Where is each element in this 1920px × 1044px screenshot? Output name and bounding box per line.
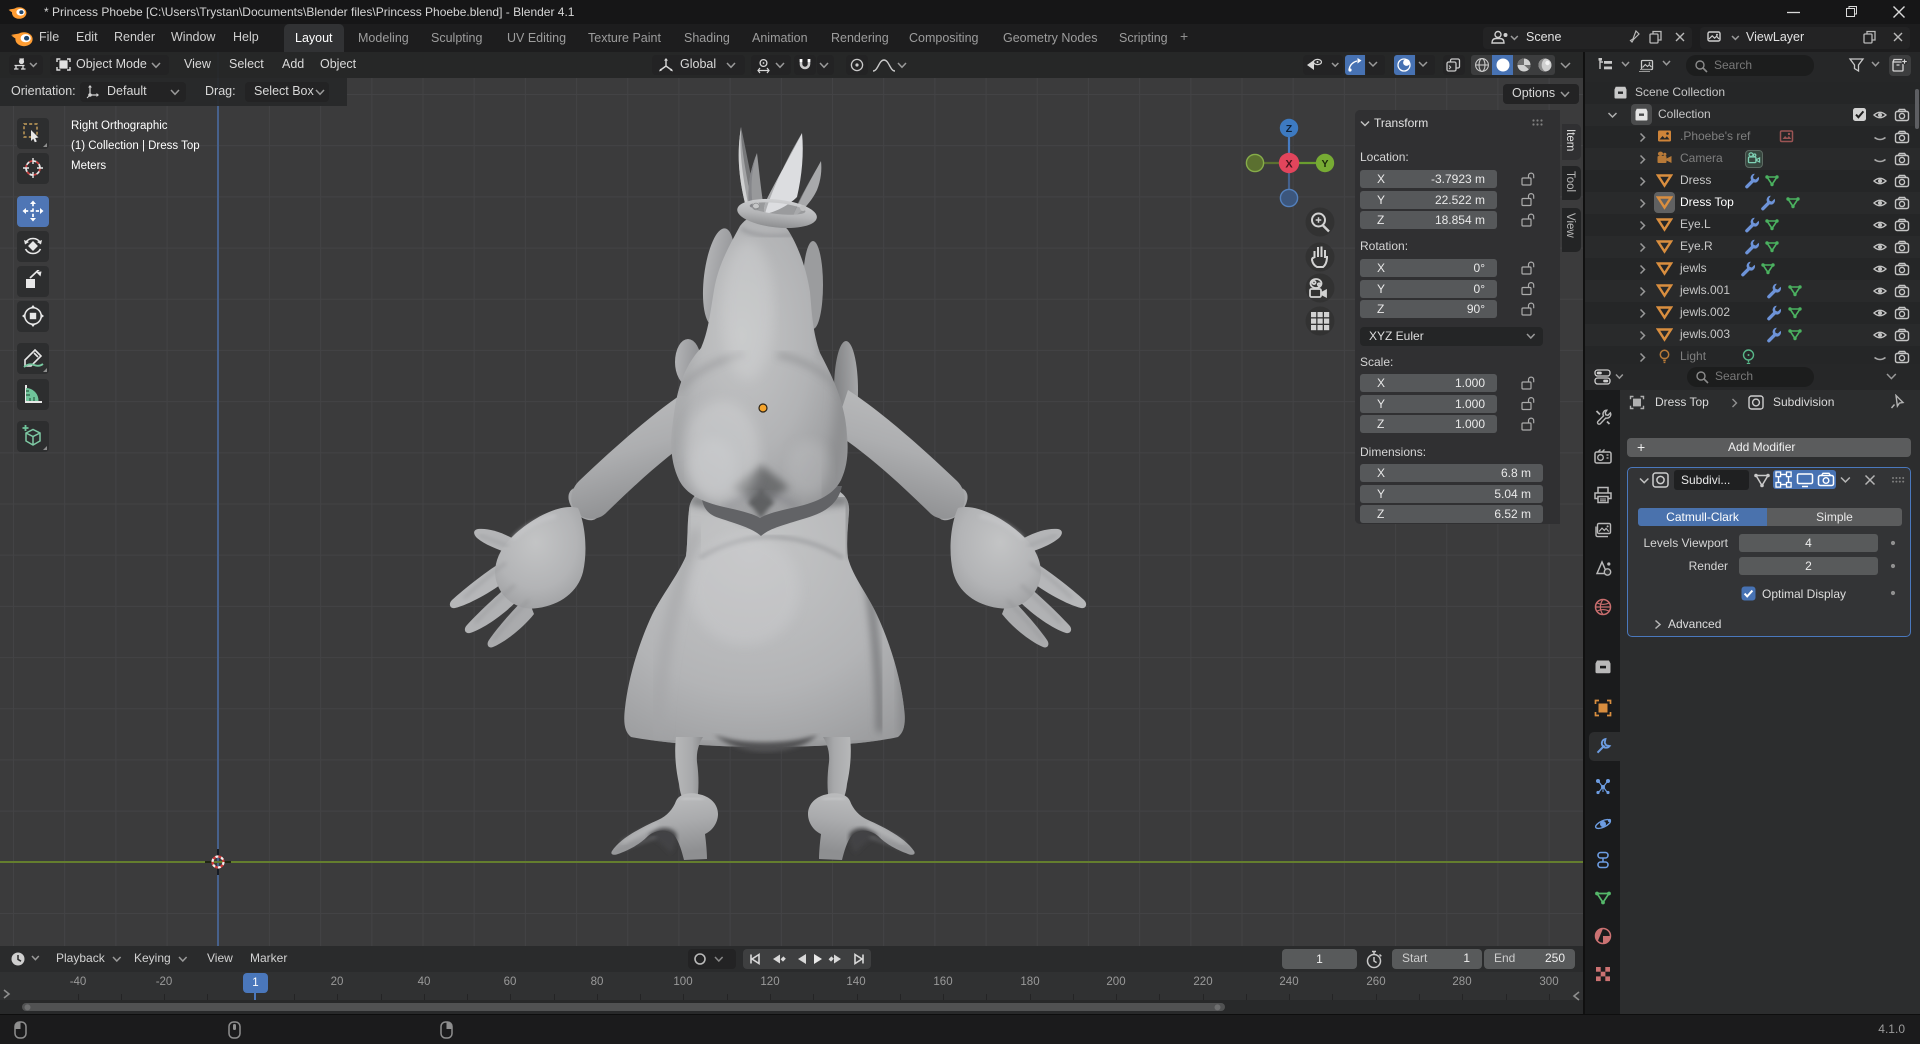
svg-text:Y: Y — [1321, 158, 1328, 170]
svg-text:Z: Z — [1286, 123, 1293, 135]
svg-text:X: X — [1285, 159, 1293, 171]
